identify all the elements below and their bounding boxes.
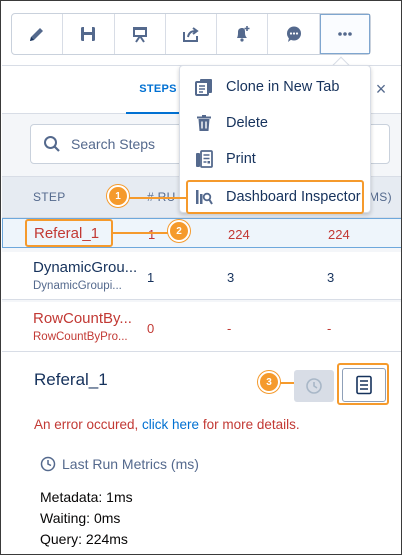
search-icon [44, 136, 60, 152]
callout-connector [280, 382, 294, 384]
chat-icon [286, 26, 301, 42]
menu-item-print[interactable]: Print [180, 142, 372, 176]
table-row[interactable]: DynamicGrou... DynamicGroupi... 1 3 3 [2, 252, 401, 300]
more-actions-menu: Clone in New Tab Delete Print Dashboard … [179, 65, 372, 214]
menu-item-label: Print [226, 151, 256, 167]
error-details-link[interactable]: click here [142, 417, 199, 432]
error-message: An error occured, click here for more de… [34, 417, 300, 432]
query-time: - [327, 321, 332, 336]
share-button[interactable] [166, 14, 218, 54]
table-row[interactable]: RowCountBy... RowCountByPro... 0 - - [2, 302, 401, 352]
trash-icon [197, 115, 211, 131]
row-count: 1 [147, 270, 155, 285]
menu-item-clone[interactable]: Clone in New Tab [180, 70, 372, 104]
inspector-icon [196, 190, 213, 205]
history-button[interactable] [294, 370, 334, 402]
present-button[interactable] [115, 14, 166, 54]
feed-button[interactable] [268, 14, 320, 54]
clock-icon [306, 378, 322, 394]
detail-title: Referal_1 [34, 370, 108, 389]
metrics-title: Last Run Metrics (ms) [62, 456, 199, 472]
metric-query: Query: 224ms [40, 531, 128, 547]
query-time: 3 [327, 270, 335, 285]
menu-item-label: Delete [226, 115, 268, 131]
close-icon[interactable]: × [372, 80, 390, 98]
callout-badge: 1 [107, 185, 129, 207]
print-icon [196, 150, 213, 168]
step-subname: RowCountByPro... [33, 331, 128, 343]
callout-badge: 3 [258, 371, 280, 393]
pencil-icon [30, 28, 44, 41]
header-time[interactable]: MS) [369, 190, 392, 204]
metric-waiting: Waiting: 0ms [40, 510, 121, 526]
menu-item-label: Dashboard Inspector [226, 189, 361, 205]
metrics-header: Last Run Metrics (ms) [40, 456, 199, 472]
toolbar [11, 13, 371, 55]
metric-metadata: Metadata: 1ms [40, 489, 133, 505]
step-subname: DynamicGroupi... [33, 280, 122, 292]
step-name[interactable]: RowCountBy... [33, 310, 132, 327]
subscribe-button[interactable] [217, 14, 269, 54]
presentation-icon [132, 27, 147, 43]
error-suffix: for more details. [199, 417, 300, 432]
clone-icon [195, 79, 212, 96]
save-button[interactable] [63, 14, 115, 54]
menu-item-dashboard-inspector[interactable]: Dashboard Inspector [186, 180, 364, 214]
menu-item-delete[interactable]: Delete [180, 106, 372, 140]
query-time: 224 [328, 227, 350, 242]
callout-badge: 2 [168, 220, 190, 242]
bell-add-icon [237, 26, 250, 42]
save-icon [81, 27, 96, 41]
app-frame: STEPS × STEP # RU MS) Referal_1 1 224 22… [0, 0, 402, 555]
step-name[interactable]: DynamicGrou... [33, 259, 137, 276]
button-highlight-box [337, 363, 389, 405]
callout-connector [113, 232, 169, 234]
edit-button[interactable] [12, 14, 64, 54]
header-step[interactable]: STEP [33, 190, 66, 204]
error-prefix: An error occured, [34, 417, 143, 432]
share-icon [182, 27, 199, 42]
callout-connector [129, 197, 187, 199]
more-icon [338, 32, 352, 36]
more-actions-button[interactable] [319, 14, 370, 54]
menu-item-label: Clone in New Tab [226, 79, 340, 95]
row-count: 0 [147, 321, 155, 336]
row-highlight-box [25, 219, 113, 247]
run-time: 3 [227, 270, 235, 285]
clock-icon [40, 456, 56, 472]
run-time: - [227, 321, 232, 336]
run-time: 224 [228, 227, 250, 242]
row-count: 1 [148, 227, 156, 242]
